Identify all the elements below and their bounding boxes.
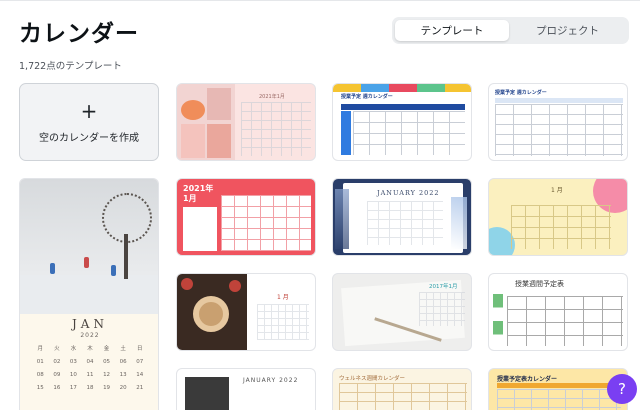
template-card-pencil[interactable]: 2017年1月 [332,273,472,351]
weekday-label: 土 [120,346,126,352]
day-cell: 09 [53,372,61,378]
winter-month: JAN [72,317,108,331]
person-icon [84,257,89,268]
person-icon [111,265,116,276]
day-cell: 02 [53,359,61,365]
day-cell: 11 [86,372,94,378]
template-count: 1,722点のテンプレート [19,61,122,72]
photo-tile [181,124,205,158]
template-card-wellness[interactable]: ウェルネス週間カレンダー [332,368,472,410]
day-cell: 17 [69,385,77,391]
notes-box [183,207,217,251]
template-card-pink-photo[interactable]: 2021年1月 [176,83,316,161]
day-cell: 07 [136,359,144,365]
weekday-label: 木 [87,346,93,352]
pink-heading: 2021年1月 [259,94,285,100]
leaf-decoration-icon [335,189,349,249]
photo-tile [185,377,229,410]
header-bar [495,98,623,103]
header-bar [341,104,465,110]
day-cell: 14 [136,372,144,378]
donut-heading: 1 月 [277,294,289,301]
winter-mini-calendar: 月 火 水 木 金 土 日 01 02 03 04 05 06 07 08 09… [32,344,148,391]
tab-templates[interactable]: テンプレート [395,20,509,41]
header-bar [497,383,621,388]
snow-ground [20,275,158,314]
plant-icon [493,294,503,348]
photo-tile [207,124,231,158]
winter-year: 2022 [80,332,100,339]
help-button[interactable]: ? [607,374,637,404]
person-icon [50,263,55,274]
schedule-grid [495,104,623,156]
weekday-label: 金 [103,346,110,352]
day-cell: 16 [53,385,61,391]
calendar-grid [511,205,611,249]
navy-heading: JANUARY 2022 [377,189,440,197]
day-cell: 12 [103,372,111,378]
red-month: 1月 [183,194,197,203]
day-cell: 06 [119,359,127,365]
photo-tile [207,88,231,120]
side-bar [341,111,351,155]
weekday-label: 水 [70,346,77,352]
weekday-label: 火 [54,346,60,352]
wellness-heading: ウェルネス週間カレンダー [339,376,406,382]
day-cell: 18 [86,385,94,391]
leaf-decoration-icon [451,197,467,249]
yellow-heading: 1 月 [551,187,563,194]
schedule-grid [339,383,467,410]
day-cell: 03 [69,359,77,365]
calendar-grid [419,292,465,326]
lesson-yellow-heading: 授業予定表カレンダー [497,376,558,383]
schedule-grid [353,111,465,155]
handwritten-heading: 授業週間予定表 [515,280,564,288]
day-cell: 15 [36,385,44,391]
create-blank-calendar-label: 空のカレンダーを作成 [39,132,139,144]
donut-icon [193,296,229,332]
apple-icon [229,280,241,292]
fruit-photo [181,100,205,120]
day-cell: 19 [103,385,111,391]
plus-icon: + [80,98,98,123]
day-cell: 08 [36,372,44,378]
top-border [0,0,640,1]
schedule-grid [507,296,623,346]
schedule-blue-heading: 授業予定 週カレンダー [341,94,393,100]
apple-icon [181,278,193,290]
weekday-label: 月 [37,346,44,352]
day-cell: 21 [136,385,144,391]
day-cell: 04 [86,359,94,365]
color-confetti [333,84,471,92]
template-card-navy[interactable]: JANUARY 2022 [332,178,472,256]
day-cell: 05 [103,359,111,365]
view-toggle: テンプレート プロジェクト [392,17,629,44]
calendar-grid [367,201,443,245]
create-blank-calendar-button[interactable]: + 空のカレンダーを作成 [19,83,159,161]
template-card-schedule-plain[interactable]: 授業予定 週カレンダー [488,83,628,161]
template-card-schedule-blue[interactable]: 授業予定 週カレンダー [332,83,472,161]
day-cell: 01 [36,359,44,365]
tab-projects[interactable]: プロジェクト [509,20,626,41]
template-card-donut[interactable]: 1 月 [176,273,316,351]
calendar-grid [257,304,309,340]
calendar-grid [221,195,311,251]
schedule-grid [497,389,621,410]
weekday-label: 日 [136,346,143,352]
calendar-grid [241,102,311,156]
schedule-plain-heading: 授業予定 週カレンダー [495,90,547,96]
template-card-yellow[interactable]: 1 月 [488,178,628,256]
day-cell: 13 [119,372,127,378]
page-title: カレンダー [19,21,139,47]
jan2022-heading: JANUARY 2022 [243,377,299,384]
template-card-red[interactable]: 2021年 1月 [176,178,316,256]
template-card-jan2022[interactable]: JANUARY 2022 [176,368,316,410]
pencil-heading: 2017年1月 [429,284,458,290]
template-card-winter[interactable]: JAN 2022 月 火 水 木 金 土 日 01 02 03 04 05 06… [19,178,159,410]
day-cell: 20 [119,385,127,391]
template-card-handwritten[interactable]: 授業週間予定表 [488,273,628,351]
tree-trunk [124,234,128,279]
day-cell: 10 [69,372,77,378]
